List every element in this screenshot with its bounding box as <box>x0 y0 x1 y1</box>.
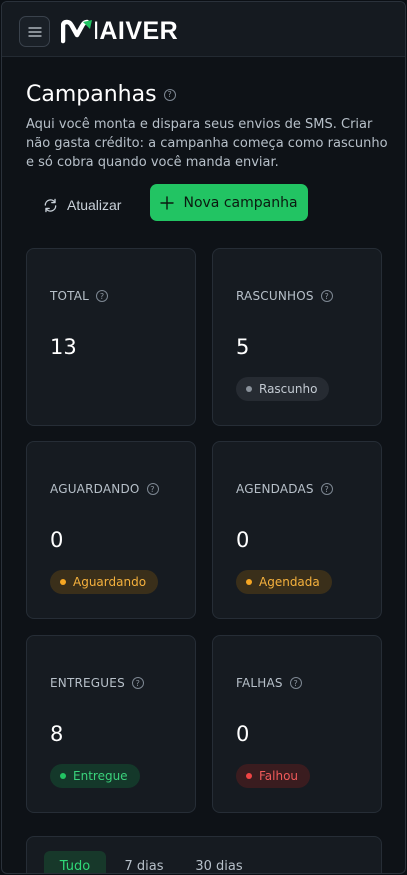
stat-label-text: ENTREGUES <box>50 676 125 690</box>
range-filter-panel: Tudo 7 dias 30 dias <box>26 836 382 874</box>
stat-card-rascunhos: RASCUNHOS? 5 Rascunho <box>212 248 382 426</box>
badge-label: Agendada <box>259 575 320 589</box>
help-icon[interactable]: ? <box>289 677 302 689</box>
stat-label-text: AGUARDANDO <box>50 482 140 496</box>
new-campaign-button[interactable]: Nova campanha <box>150 184 308 221</box>
new-campaign-label: Nova campanha <box>183 194 298 211</box>
stat-label: AGENDADAS? <box>236 482 333 496</box>
stat-value: 13 <box>50 335 77 359</box>
stat-label: RASCUNHOS? <box>236 289 333 303</box>
brand-logo[interactable]: MAIVER <box>61 17 178 45</box>
stat-label: AGUARDANDO? <box>50 482 159 496</box>
stat-value: 0 <box>50 528 64 552</box>
help-icon[interactable]: ? <box>163 88 176 101</box>
refresh-icon <box>44 198 57 212</box>
tab-7-dias[interactable]: 7 dias <box>114 851 174 874</box>
status-dot-icon <box>246 773 252 779</box>
stat-card-total: TOTAL? 13 <box>26 248 196 426</box>
status-dot-icon <box>246 579 252 585</box>
status-badge: Falhou <box>236 764 311 788</box>
badge-label: Entregue <box>73 769 128 783</box>
top-bar: MAIVER <box>2 2 405 57</box>
stat-value: 0 <box>236 528 250 552</box>
logo-mark-icon <box>61 19 92 44</box>
help-icon[interactable]: ? <box>320 290 333 302</box>
help-icon[interactable]: ? <box>146 483 159 495</box>
stat-label-text: AGENDADAS <box>236 482 314 496</box>
stat-value: 0 <box>236 722 250 746</box>
page-description: Aqui você monta e dispara seus envios de… <box>26 117 388 170</box>
help-icon[interactable]: ? <box>131 677 144 689</box>
stat-card-falhas: FALHAS? 0 Falhou <box>212 635 382 813</box>
stat-label: ENTREGUES? <box>50 676 144 690</box>
status-badge: Rascunho <box>236 377 330 401</box>
badge-label: Rascunho <box>259 382 318 396</box>
stat-label: TOTAL? <box>50 289 109 303</box>
stat-value: 8 <box>50 722 64 746</box>
plus-icon <box>160 195 175 210</box>
page-title: Campanhas <box>26 82 157 107</box>
badge-label: Falhou <box>259 769 299 783</box>
status-dot-icon <box>246 386 252 392</box>
stat-card-aguardando: AGUARDANDO? 0 Aguardando <box>26 441 196 619</box>
help-icon[interactable]: ? <box>320 483 333 495</box>
refresh-label: Atualizar <box>67 197 122 213</box>
stat-label: FALHAS? <box>236 676 302 690</box>
stat-value: 5 <box>236 335 250 359</box>
status-badge: Agendada <box>236 570 332 594</box>
stat-label-text: FALHAS <box>236 676 283 690</box>
stat-card-agendadas: AGENDADAS? 0 Agendada <box>212 441 382 619</box>
hamburger-icon <box>27 26 42 37</box>
title-row: Campanhas ? <box>26 82 176 107</box>
app-frame: MAIVER Campanhas ? Aqui você monta e dis… <box>1 1 406 874</box>
menu-button[interactable] <box>19 16 50 47</box>
help-icon[interactable]: ? <box>96 290 109 302</box>
refresh-button[interactable]: Atualizar <box>42 190 121 220</box>
stat-card-entregues: ENTREGUES? 8 Entregue <box>26 635 196 813</box>
status-badge: Aguardando <box>50 570 159 594</box>
stat-label-text: TOTAL <box>50 289 90 303</box>
status-dot-icon <box>60 773 66 779</box>
stat-label-text: RASCUNHOS <box>236 289 314 303</box>
status-badge: Entregue <box>50 764 140 788</box>
tab-30-dias[interactable]: 30 dias <box>184 851 254 874</box>
status-dot-icon <box>60 579 66 585</box>
badge-label: Aguardando <box>73 575 147 589</box>
tab-tudo[interactable]: Tudo <box>44 851 106 873</box>
